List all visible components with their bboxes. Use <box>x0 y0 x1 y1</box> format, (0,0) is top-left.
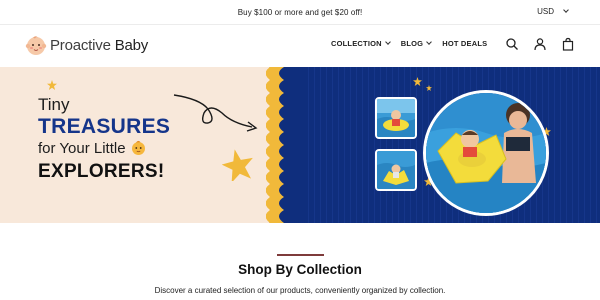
logo-word-baby: Baby <box>114 36 149 54</box>
baby-face-icon <box>25 36 47 55</box>
star-icon <box>222 149 253 181</box>
currency-label: USD <box>537 7 554 16</box>
site-logo[interactable]: Proactive Baby <box>25 34 148 56</box>
product-photo-thumb-2 <box>375 149 417 191</box>
currency-selector[interactable]: USD <box>537 7 569 16</box>
hero-line-treasures: TREASURES <box>38 115 171 138</box>
collection-section: Shop By Collection Discover a curated se… <box>0 223 600 300</box>
hero-headline: Tiny TREASURES for Your Little EXPLORERS… <box>38 95 170 185</box>
header-icons <box>505 37 575 51</box>
account-icon[interactable] <box>533 37 547 51</box>
hero-banner[interactable]: Tiny TREASURES for Your Little EXPLORERS… <box>0 67 600 223</box>
nav-item-blog[interactable]: BLOG <box>400 39 433 48</box>
chevron-down-icon <box>426 39 433 45</box>
star-icon <box>413 77 422 86</box>
nav-item-collection[interactable]: COLLECTION <box>331 39 391 48</box>
search-icon[interactable] <box>505 37 519 51</box>
announcement-bar: Buy $100 or more and get $20 off! USD <box>0 0 600 25</box>
section-subtitle: Discover a curated selection of our prod… <box>154 286 446 295</box>
baby-emoji-icon <box>131 140 145 155</box>
section-divider <box>277 254 324 256</box>
nav-label: COLLECTION <box>331 39 382 48</box>
hero-line-little: for Your Little <box>38 140 126 157</box>
nav-item-hot-deals[interactable]: HOT DEALS <box>442 39 487 48</box>
swirl-arrow-icon <box>173 94 258 132</box>
nav-label: HOT DEALS <box>442 39 488 48</box>
logo-word-proactive: Proactive <box>50 36 111 54</box>
chevron-down-icon <box>563 7 569 13</box>
chevron-down-icon <box>384 39 391 45</box>
product-photo-main <box>423 90 549 216</box>
nav-label: BLOG <box>400 39 424 48</box>
main-nav: COLLECTION BLOG HOT DEALS <box>331 39 487 48</box>
announcement-text: Buy $100 or more and get $20 off! <box>237 8 363 17</box>
scallop-divider <box>266 67 304 223</box>
star-icon <box>426 85 432 91</box>
star-icon <box>47 80 57 90</box>
hero-line-explorers: EXPLORERS! <box>38 161 165 182</box>
section-title: Shop By Collection <box>238 262 362 277</box>
site-header: Proactive Baby COLLECTION BLOG HOT DEALS <box>0 25 600 67</box>
cart-icon[interactable] <box>561 37 575 51</box>
product-photo-thumb-1 <box>375 97 417 139</box>
hero-line-tiny: Tiny <box>38 95 70 114</box>
